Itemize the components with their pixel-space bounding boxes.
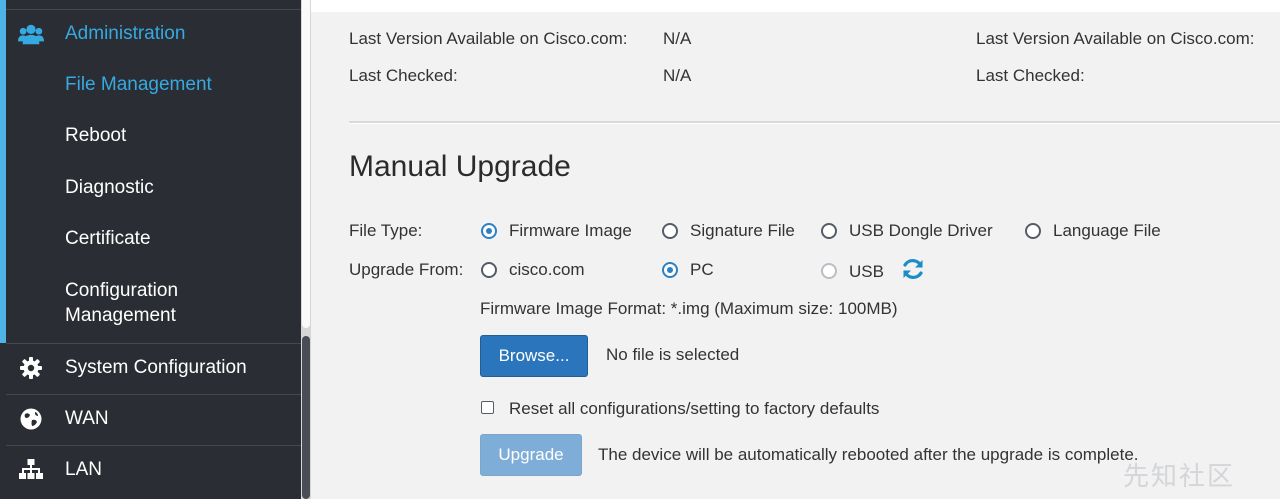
sidebar-item-label: File Management xyxy=(65,74,212,95)
sidebar-item-label: WAN xyxy=(65,408,109,429)
upgrade-from-cisco-label[interactable]: cisco.com xyxy=(509,260,585,280)
upgrade-from-usb-label: USB xyxy=(849,262,884,281)
gear-icon xyxy=(18,355,44,381)
sidebar-item-label: Certificate xyxy=(65,228,151,249)
users-icon xyxy=(18,21,44,47)
firmware-format-note: Firmware Image Format: *.img (Maximum si… xyxy=(480,299,898,318)
sidebar-item-label: System Configuration xyxy=(65,357,247,378)
sidebar-item-file-management[interactable]: File Management xyxy=(6,65,301,105)
section-title: Manual Upgrade xyxy=(349,150,571,183)
sidebar-item-label: Reboot xyxy=(65,125,127,146)
factory-reset-label[interactable]: Reset all configurations/setting to fact… xyxy=(509,399,879,419)
sidebar-item-system-configuration[interactable]: System Configuration xyxy=(6,348,301,388)
browse-button-label: Browse... xyxy=(498,346,570,365)
divider xyxy=(6,9,301,10)
divider xyxy=(6,394,301,395)
factory-reset-checkbox[interactable] xyxy=(481,401,494,414)
network-icon xyxy=(18,457,44,483)
last-version-value: N/A xyxy=(663,29,692,48)
upgrade-from-cisco-radio[interactable] xyxy=(481,262,497,278)
last-checked-label-secondary: Last Checked: xyxy=(976,66,1085,85)
upgrade-button[interactable]: Upgrade xyxy=(480,434,582,476)
divider xyxy=(6,343,301,344)
top-band xyxy=(311,0,1280,12)
file-type-language-label[interactable]: Language File xyxy=(1053,221,1161,241)
sidebar-scrollbar-thumb[interactable] xyxy=(302,0,310,328)
sidebar-item-diagnostic[interactable]: Diagnostic xyxy=(6,168,301,208)
upgrade-note: The device will be automatically reboote… xyxy=(598,445,1139,464)
globe-icon xyxy=(18,406,44,432)
file-type-signature-radio[interactable] xyxy=(662,223,678,239)
upgrade-from-usb-radio xyxy=(821,263,837,279)
file-type-label: File Type: xyxy=(349,221,423,240)
sidebar-item-lan[interactable]: LAN xyxy=(6,450,301,490)
sidebar-item-label: LAN xyxy=(65,459,102,480)
sidebar-item-administration[interactable]: Administration xyxy=(6,14,301,54)
sidebar-item-label: Administration xyxy=(65,23,186,44)
watermark: 先知社区 xyxy=(1123,461,1236,491)
file-type-firmware-label[interactable]: Firmware Image xyxy=(509,221,632,241)
divider xyxy=(6,445,301,446)
last-checked-label: Last Checked: xyxy=(349,66,458,85)
file-type-usb-dongle-radio[interactable] xyxy=(821,223,837,239)
file-type-language-radio[interactable] xyxy=(1025,223,1041,239)
sidebar-nav: Administration File Management Reboot Di… xyxy=(0,0,301,499)
file-type-firmware-radio[interactable] xyxy=(481,223,497,239)
upgrade-from-pc-label[interactable]: PC xyxy=(690,260,714,280)
upgrade-from-label: Upgrade From: xyxy=(349,260,464,279)
upgrade-button-label: Upgrade xyxy=(498,445,564,464)
sidebar-scrollbar-lower xyxy=(302,336,310,499)
browse-button[interactable]: Browse... xyxy=(480,335,588,377)
last-version-label: Last Version Available on Cisco.com: xyxy=(349,29,628,48)
file-type-usb-dongle-label[interactable]: USB Dongle Driver xyxy=(849,221,993,241)
refresh-icon[interactable] xyxy=(900,256,926,282)
main-content: Last Version Available on Cisco.com: N/A… xyxy=(311,0,1280,499)
file-status-text: No file is selected xyxy=(606,345,740,364)
upgrade-from-pc-radio[interactable] xyxy=(662,262,678,278)
sidebar-item-label: Diagnostic xyxy=(65,177,154,198)
sidebar-item-configuration-management[interactable]: Configuration Management xyxy=(6,277,301,329)
file-type-signature-label[interactable]: Signature File xyxy=(690,221,795,241)
section-divider xyxy=(349,121,1280,124)
sidebar-item-label: Configuration Management xyxy=(65,280,179,326)
sidebar-item-wan[interactable]: WAN xyxy=(6,399,301,439)
sidebar-item-reboot[interactable]: Reboot xyxy=(6,116,301,156)
last-version-label-secondary: Last Version Available on Cisco.com: xyxy=(976,29,1255,48)
sidebar-item-certificate[interactable]: Certificate xyxy=(6,219,301,259)
last-checked-value: N/A xyxy=(663,66,692,85)
